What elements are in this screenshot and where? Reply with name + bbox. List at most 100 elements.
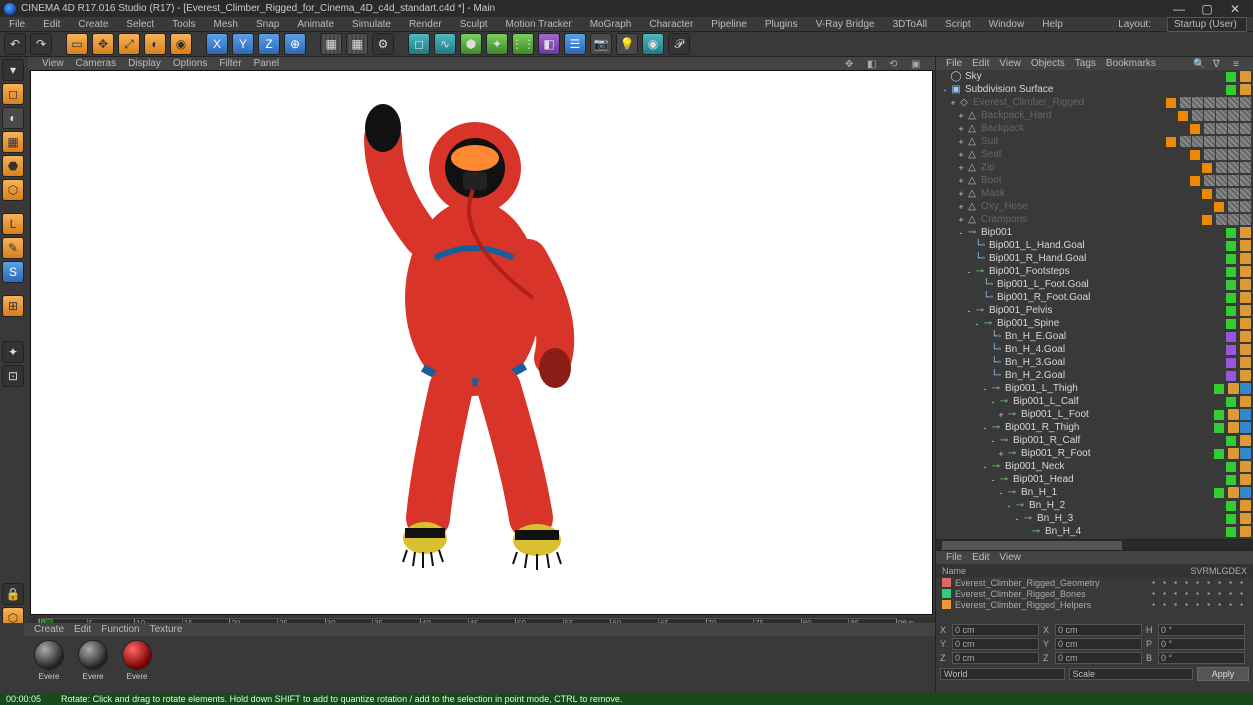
axis-mode[interactable]: L xyxy=(2,213,24,235)
tag-icons[interactable] xyxy=(1240,84,1251,95)
expand-toggle[interactable]: + xyxy=(956,111,966,121)
texture-mode[interactable]: ◐ xyxy=(2,107,24,129)
objects-menu-view[interactable]: View xyxy=(999,58,1021,69)
expand-toggle[interactable]: - xyxy=(940,85,950,95)
layer-menu-file[interactable]: File xyxy=(946,552,962,563)
python-icon[interactable]: 𝒫 xyxy=(668,33,690,55)
coord-field[interactable]: 0 cm xyxy=(1055,652,1142,664)
menu-help[interactable]: Help xyxy=(1039,19,1066,30)
coord-field[interactable]: 0 cm xyxy=(952,624,1039,636)
scale-tool[interactable]: ⤢ xyxy=(118,33,140,55)
mat-menu-texture[interactable]: Texture xyxy=(150,624,183,635)
tree-row[interactable]: └◦Bip001_R_Foot.Goal xyxy=(936,291,1253,304)
material-item[interactable]: Evere xyxy=(118,640,156,681)
menu-pipeline[interactable]: Pipeline xyxy=(708,19,750,30)
add-deformer[interactable]: ◧ xyxy=(538,33,560,55)
view-toggle-icon[interactable]: ▣ xyxy=(911,59,921,69)
tag-icons[interactable] xyxy=(1180,136,1251,147)
tree-row[interactable]: -⊸Bip001_L_Thigh xyxy=(936,382,1253,395)
coord-scale-dropdown[interactable]: Scale xyxy=(1069,668,1194,680)
menu-mograph[interactable]: MoGraph xyxy=(587,19,635,30)
visibility-dots[interactable] xyxy=(1226,72,1236,82)
tag-icons[interactable] xyxy=(1240,266,1251,277)
tag-icons[interactable] xyxy=(1216,188,1251,199)
coord-field[interactable]: 0 ° xyxy=(1158,652,1245,664)
tag-icons[interactable] xyxy=(1240,474,1251,485)
menu-snap[interactable]: Snap xyxy=(253,19,282,30)
tag-icons[interactable] xyxy=(1240,292,1251,303)
menu-3dtoall[interactable]: 3DToAll xyxy=(890,19,930,30)
tweak-mode[interactable]: ✎ xyxy=(2,237,24,259)
tag-icons[interactable] xyxy=(1228,448,1251,459)
tree-row[interactable]: -⊸Bip001 xyxy=(936,226,1253,239)
visibility-dots[interactable] xyxy=(1226,501,1236,511)
panel-menu-icon[interactable]: ≡ xyxy=(1233,59,1243,69)
coord-system[interactable]: ⊕ xyxy=(284,33,306,55)
tree-row[interactable]: -⊸Bip001_Head xyxy=(936,473,1253,486)
tag-icons[interactable] xyxy=(1180,97,1251,108)
tag-icons[interactable] xyxy=(1240,331,1251,342)
menu-character[interactable]: Character xyxy=(646,19,696,30)
expand-toggle[interactable]: - xyxy=(972,319,982,329)
objects-menu-tags[interactable]: Tags xyxy=(1075,58,1096,69)
z-axis-lock[interactable]: Z xyxy=(258,33,280,55)
visibility-dots[interactable] xyxy=(1214,488,1224,498)
visibility-dots[interactable] xyxy=(1214,423,1224,433)
menu-create[interactable]: Create xyxy=(75,19,111,30)
visibility-dots[interactable] xyxy=(1226,293,1236,303)
lock-icon[interactable]: 🔒 xyxy=(2,583,24,605)
tree-row[interactable]: └◦Bip001_R_Hand.Goal xyxy=(936,252,1253,265)
objects-menu-objects[interactable]: Objects xyxy=(1031,58,1065,69)
layout-dropdown[interactable]: Startup (User) xyxy=(1167,17,1247,32)
visibility-dots[interactable] xyxy=(1226,527,1236,537)
tree-row[interactable]: +△Mask xyxy=(936,187,1253,200)
expand-toggle[interactable]: - xyxy=(980,384,990,394)
expand-toggle[interactable]: + xyxy=(996,449,1006,459)
filter-icon[interactable]: ∇ xyxy=(1213,59,1223,69)
add-modifier[interactable]: ✦ xyxy=(486,33,508,55)
tag-icons[interactable] xyxy=(1240,279,1251,290)
tree-row[interactable]: └◦Bn_H_E.Goal xyxy=(936,330,1253,343)
expand-toggle[interactable]: + xyxy=(948,98,958,108)
tag-icons[interactable] xyxy=(1240,435,1251,446)
object-tree[interactable]: ◯Sky-▣Subdivision Surface+◇Everest_Climb… xyxy=(936,70,1253,539)
visibility-dots[interactable] xyxy=(1178,111,1188,121)
mat-menu-create[interactable]: Create xyxy=(34,624,64,635)
tag-icons[interactable] xyxy=(1240,71,1251,82)
tag-icons[interactable] xyxy=(1240,318,1251,329)
layer-row[interactable]: Everest_Climber_Rigged_Helpers▪▪▪▪▪▪▪▪▪ xyxy=(936,599,1253,610)
visibility-dots[interactable] xyxy=(1226,85,1236,95)
tag-icons[interactable] xyxy=(1204,175,1251,186)
visibility-dots[interactable] xyxy=(1226,228,1236,238)
visibility-dots[interactable] xyxy=(1190,150,1200,160)
menu-script[interactable]: Script xyxy=(942,19,974,30)
coord-field[interactable]: 0 cm xyxy=(1055,624,1142,636)
add-spline[interactable]: ∿ xyxy=(434,33,456,55)
expand-toggle[interactable]: + xyxy=(956,215,966,225)
tag-icons[interactable] xyxy=(1228,383,1251,394)
menu-file[interactable]: File xyxy=(6,19,28,30)
menu-window[interactable]: Window xyxy=(986,19,1028,30)
move-tool[interactable]: ✥ xyxy=(92,33,114,55)
render-settings[interactable]: ⚙ xyxy=(372,33,394,55)
expand-toggle[interactable]: - xyxy=(1012,514,1022,524)
coord-field[interactable]: 0 cm xyxy=(952,652,1039,664)
visibility-dots[interactable] xyxy=(1226,267,1236,277)
tag-icons[interactable] xyxy=(1228,422,1251,433)
expand-toggle[interactable]: + xyxy=(956,150,966,160)
tag-icons[interactable] xyxy=(1228,201,1251,212)
point-mode[interactable]: ⬣ xyxy=(2,155,24,177)
add-generator[interactable]: ⬢ xyxy=(460,33,482,55)
tag-icons[interactable] xyxy=(1240,240,1251,251)
tag-icons[interactable] xyxy=(1240,344,1251,355)
expand-toggle[interactable]: + xyxy=(956,124,966,134)
menu-mesh[interactable]: Mesh xyxy=(211,19,241,30)
vray-icon[interactable]: ◉ xyxy=(642,33,664,55)
visibility-dots[interactable] xyxy=(1202,215,1212,225)
expand-toggle[interactable]: - xyxy=(988,397,998,407)
axis-center[interactable]: ✦ xyxy=(2,341,24,363)
visibility-dots[interactable] xyxy=(1214,202,1224,212)
expand-toggle[interactable]: + xyxy=(956,176,966,186)
menu-motion-tracker[interactable]: Motion Tracker xyxy=(503,19,575,30)
tree-row[interactable]: └◦Bn_H_4.Goal xyxy=(936,343,1253,356)
